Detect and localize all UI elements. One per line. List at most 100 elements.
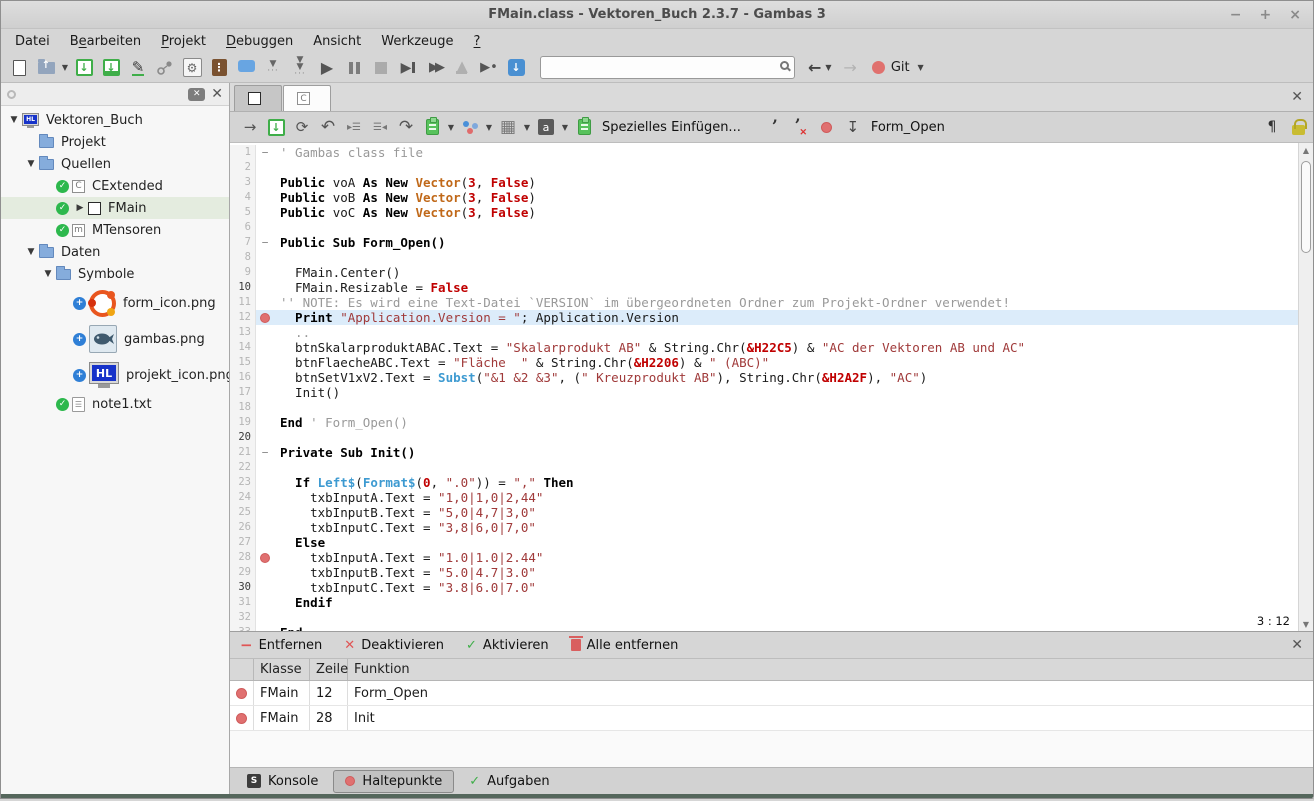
format-menu-caret-icon[interactable]: ▼ <box>560 123 570 132</box>
make-executable-icon[interactable]: ⋮ <box>206 55 232 80</box>
entfernen-button[interactable]: −Entfernen <box>240 636 322 654</box>
tree-item-vektoren-buch[interactable]: ▼HLVektoren_Buch <box>1 109 229 131</box>
paste-menu-icon[interactable] <box>420 115 444 139</box>
code-line-28[interactable]: 28 txbInputA.Text = "1.0|1.0|2.44" <box>230 550 1298 565</box>
code-line-4[interactable]: 4Public voB As New Vector(3, False) <box>230 190 1298 205</box>
code-line-22[interactable]: 22 <box>230 460 1298 475</box>
menu-bearbeiten[interactable]: Bearbeiten <box>60 31 151 52</box>
save-all-icon[interactable]: ↓ <box>98 55 124 80</box>
bottom-tab-konsole[interactable]: SKonsole <box>235 770 330 793</box>
code-line-7[interactable]: 7−Public Sub Form_Open() <box>230 235 1298 250</box>
tree-item-gambas-png[interactable]: +gambas.png <box>1 321 229 357</box>
comment-icon[interactable] <box>233 55 259 80</box>
code-line-30[interactable]: 30 txbInputC.Text = "3.8|6.0|7.0" <box>230 580 1298 595</box>
code-line-2[interactable]: 2 <box>230 160 1298 175</box>
tree-item-quellen[interactable]: ▼Quellen <box>1 153 229 175</box>
code-line-29[interactable]: 29 txbInputB.Text = "5.0|4.7|3.0" <box>230 565 1298 580</box>
update-icon[interactable]: ↓ <box>503 55 529 80</box>
code-area[interactable]: 1−' Gambas class file23Public voA As New… <box>230 143 1298 631</box>
code-line-16[interactable]: 16 btnSetV1xV2.Text = Subst("&1 &2 &3", … <box>230 370 1298 385</box>
menu-ansicht[interactable]: Ansicht <box>303 31 371 52</box>
tree-item-projekt[interactable]: Projekt <box>1 131 229 153</box>
undo-icon[interactable]: ↶ <box>316 115 340 139</box>
table-menu-caret-icon[interactable]: ▼ <box>522 123 532 132</box>
breakpoint-row[interactable]: FMain28Init <box>230 706 1313 731</box>
format-menu-icon[interactable]: a <box>534 115 558 139</box>
code-line-8[interactable]: 8 <box>230 250 1298 265</box>
menu-werkzeuge[interactable]: Werkzeuge <box>371 31 463 52</box>
pilcrow-icon[interactable]: ¶ <box>1260 115 1284 139</box>
aktivieren-button[interactable]: ✓Aktivieren <box>466 638 549 653</box>
editor-scrollbar[interactable]: ▲ ▼ <box>1298 143 1313 631</box>
paste-special-icon[interactable] <box>572 115 596 139</box>
git-caret-icon[interactable]: ▼ <box>916 63 926 72</box>
code-line-21[interactable]: 21−Private Sub Init() <box>230 445 1298 460</box>
menu-datei[interactable]: Datei <box>5 31 60 52</box>
breakpoint-row[interactable]: FMain12Form_Open <box>230 681 1313 706</box>
code-line-1[interactable]: 1−' Gambas class file <box>230 145 1298 160</box>
minimize-button[interactable]: − <box>1230 7 1242 23</box>
lock-icon[interactable] <box>1292 125 1305 135</box>
git-button-label[interactable]: Git <box>891 60 910 75</box>
code-line-25[interactable]: 25 txbInputB.Text = "5,0|4,7|3,0" <box>230 505 1298 520</box>
code-line-19[interactable]: 19End ' Form_Open() <box>230 415 1298 430</box>
menu-projekt[interactable]: Projekt <box>151 31 216 52</box>
tree-item-mtensoren[interactable]: ✓mMTensoren <box>1 219 229 241</box>
filter-clear-icon[interactable]: ✕ <box>188 88 205 101</box>
paste-menu-caret-icon[interactable]: ▼ <box>446 123 456 132</box>
tab-fmain-class[interactable]: C <box>283 85 331 111</box>
tree-item-projekt-icon-png[interactable]: +HLprojekt_icon.png <box>1 357 229 393</box>
compile-icon[interactable]: ▼··· <box>260 55 286 80</box>
code-line-33[interactable]: 33End <box>230 625 1298 631</box>
fold-icon[interactable]: − <box>262 448 269 458</box>
paste-special-label[interactable]: Spezielles Einfügen... <box>602 120 741 135</box>
tree-item-symbole[interactable]: ▼Symbole <box>1 263 229 285</box>
tree-item-note1-txt[interactable]: ✓☰note1.txt <box>1 393 229 415</box>
scroll-track[interactable] <box>1299 157 1313 617</box>
code-line-11[interactable]: 11'' NOTE: Es wird eine Text-Datei `VERS… <box>230 295 1298 310</box>
bottom-tab-aufgaben[interactable]: ✓Aufgaben <box>457 770 561 793</box>
compile-all-icon[interactable]: ▼▼··· <box>287 55 313 80</box>
sidebar-close-icon[interactable]: ✕ <box>211 86 223 102</box>
code-line-17[interactable]: 17 Init() <box>230 385 1298 400</box>
code-line-10[interactable]: 10 FMain.Resizable = False <box>230 280 1298 295</box>
expanded-arrow-icon[interactable]: ▼ <box>23 159 39 169</box>
color-menu-caret-icon[interactable]: ▼ <box>484 123 494 132</box>
collapsed-arrow-icon[interactable]: ▶ <box>72 203 88 213</box>
run-until-icon[interactable]: ▶• <box>476 55 502 80</box>
close-button[interactable]: × <box>1289 7 1301 23</box>
code-line-20[interactable]: 20 <box>230 430 1298 445</box>
tabbar-close-icon[interactable]: ✕ <box>1291 89 1303 105</box>
run-icon[interactable]: ▶ <box>314 55 340 80</box>
commit-icon[interactable] <box>152 55 178 80</box>
code-line-15[interactable]: 15 btnFlaecheABC.Text = "Fläche " & Stri… <box>230 355 1298 370</box>
code-line-32[interactable]: 32 <box>230 610 1298 625</box>
goto-procedure-icon[interactable]: ↧ <box>841 115 865 139</box>
tree-item-form-icon-png[interactable]: +form_icon.png <box>1 285 229 321</box>
nav-back-icon[interactable]: ← <box>808 58 821 77</box>
pause-icon[interactable] <box>341 55 367 80</box>
procedure-dropdown[interactable]: Form_Open <box>871 120 945 135</box>
breakpoint-icon[interactable] <box>260 313 270 323</box>
menu-[interactable]: ? <box>464 31 491 52</box>
next-bookmark-icon[interactable]: ▸☰ <box>342 115 366 139</box>
scroll-up-icon[interactable]: ▲ <box>1303 143 1309 157</box>
redo-icon[interactable]: ↷ <box>394 115 418 139</box>
panel-close-icon[interactable]: ✕ <box>1291 637 1303 653</box>
alle-entfernen-button[interactable]: Alle entfernen <box>571 638 679 653</box>
table-menu-icon[interactable]: ▦ <box>496 115 520 139</box>
code-line-12[interactable]: 12 Print "Application.Version = "; Appli… <box>230 310 1298 325</box>
expanded-arrow-icon[interactable]: ▼ <box>6 115 22 125</box>
code-line-24[interactable]: 24 txbInputA.Text = "1,0|1,0|2,44" <box>230 490 1298 505</box>
code-line-6[interactable]: 6 <box>230 220 1298 235</box>
comment-selection-icon[interactable]: ’ <box>763 115 787 139</box>
code-line-14[interactable]: 14 btnSkalarproduktABAC.Text = "Skalarpr… <box>230 340 1298 355</box>
open-project-caret-icon[interactable]: ▼ <box>60 63 70 72</box>
tree-item-daten[interactable]: ▼Daten <box>1 241 229 263</box>
code-line-13[interactable]: 13 .. <box>230 325 1298 340</box>
scroll-down-icon[interactable]: ▼ <box>1303 617 1309 631</box>
fold-icon[interactable]: − <box>262 148 269 158</box>
breakpoint-icon[interactable] <box>260 553 270 563</box>
titlebar[interactable]: FMain.class - Vektoren_Buch 2.3.7 - Gamb… <box>1 1 1313 29</box>
reload-icon[interactable]: ⟳ <box>290 115 314 139</box>
